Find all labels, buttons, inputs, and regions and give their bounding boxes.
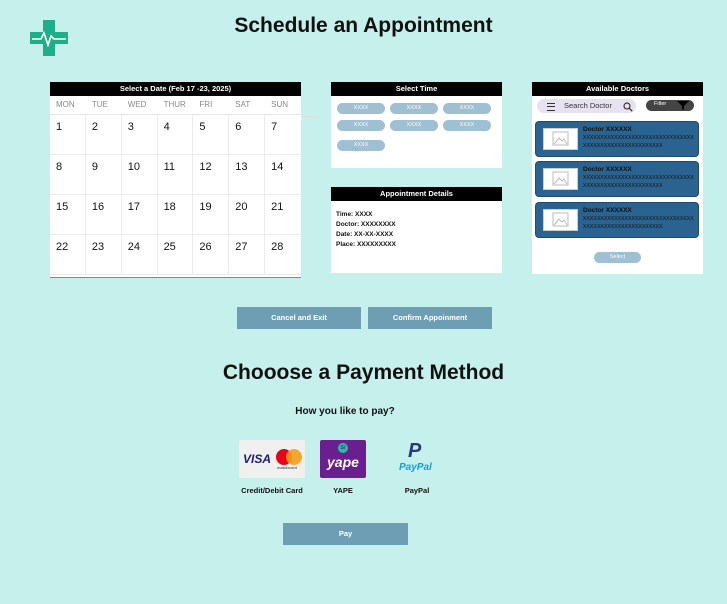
calendar-date-cell[interactable]: 27 <box>229 235 266 275</box>
calendar-date-cell[interactable]: 17 <box>121 195 158 235</box>
weekday-label: SAT <box>235 100 251 109</box>
doctor-image-placeholder-icon <box>543 128 578 150</box>
pay-button[interactable]: Pay <box>283 523 408 545</box>
date-calendar: Select a Date (Feb 17 -23, 2025) MON TUE W… <box>50 82 301 277</box>
payment-section-title: Chooose a Payment Method <box>222 361 505 384</box>
calendar-date-cell[interactable]: 2 <box>85 115 122 155</box>
payment-question: How you like to pay? <box>295 406 395 417</box>
weekday-label: FRI <box>199 100 213 109</box>
credit-debit-card-label: Credit/Debit Card <box>241 486 303 495</box>
calendar-date-cell[interactable]: 3 <box>121 115 158 155</box>
calendar-date-cell[interactable]: 6 <box>229 115 266 155</box>
details-doctor: Doctor: XXXXXXXX <box>336 221 396 228</box>
search-doctor-input[interactable]: Search Doctor <box>537 99 636 113</box>
weekday-label: MON <box>56 100 75 109</box>
calendar-date-cell[interactable]: 4 <box>157 115 194 155</box>
doctor-image-placeholder-icon <box>543 168 578 190</box>
doctor-card[interactable]: Doctor XXXXXX XXXXXXXXXXXXXXXXXXXXXXXXXXX… <box>535 161 699 197</box>
calendar-date-cell[interactable]: 16 <box>85 195 122 235</box>
calendar-date-cell[interactable]: 21 <box>265 195 301 235</box>
filter-button[interactable]: Filter <box>646 100 694 111</box>
calendar-header: Select a Date (Feb 17 -23, 2025) <box>50 82 301 96</box>
calendar-date-cell[interactable]: 13 <box>229 155 266 195</box>
mastercard-label: mastercard <box>277 465 298 470</box>
yape-coin-icon: S/ <box>338 443 348 453</box>
calendar-date-cell[interactable]: 5 <box>193 115 230 155</box>
yape-option[interactable]: S/ yape <box>320 440 366 478</box>
mastercard-icon <box>276 449 302 465</box>
time-slot-button[interactable]: XXXX <box>443 103 491 114</box>
weekday-label: WED <box>127 100 147 109</box>
doctor-name: Doctor XXXXXX <box>583 166 632 173</box>
time-slot-button[interactable]: XXXX <box>390 120 438 131</box>
details-time: Time: XXXX <box>336 211 373 218</box>
calendar-date-cell[interactable]: 9 <box>85 155 122 195</box>
calendar-weekdays: MON TUE WED THUR FRI SAT SUN <box>50 96 301 115</box>
doctors-header: Available Doctors <box>532 82 703 96</box>
visa-logo-icon: VISA <box>243 452 272 466</box>
details-date: Date: XX-XX-XXXX <box>336 231 394 238</box>
time-slot-button[interactable]: XXXX <box>337 103 385 114</box>
page-title: Schedule an Appointment <box>234 14 493 37</box>
calendar-date-cell[interactable]: 7 <box>265 115 301 155</box>
search-icon[interactable] <box>623 102 633 112</box>
cancel-and-exit-button[interactable]: Cancel and Exit <box>237 307 361 329</box>
time-slot-button[interactable]: XXXX <box>337 140 385 151</box>
time-panel: Select Time XXXX XXXX XXXX XXXX XXXX XXXX XXXX <box>331 82 502 168</box>
doctor-description: XXXXXXXXXXXXXXXXXXXXXXXXXXXXXXXXXXXXXXXX… <box>583 135 694 149</box>
confirm-appointment-button[interactable]: Confirm Appoinment <box>368 307 492 329</box>
calendar-date-cell[interactable]: 15 <box>50 195 86 235</box>
calendar-date-cell[interactable]: 8 <box>50 155 86 195</box>
calendar-date-cell[interactable]: 23 <box>85 235 122 275</box>
details-place: Place: XXXXXXXXX <box>336 241 396 248</box>
filter-label: Filter <box>654 101 667 107</box>
doctor-description: XXXXXXXXXXXXXXXXXXXXXXXXXXXXXXXXXXXXXXXX… <box>583 216 694 230</box>
paypal-p-icon: P <box>408 440 422 462</box>
paypal-label: PayPal <box>404 486 430 495</box>
doctor-description: XXXXXXXXXXXXXXXXXXXXXXXXXXXXXXXXXXXXXXXX… <box>583 175 694 189</box>
calendar-date-cell[interactable]: 10 <box>121 155 158 195</box>
weekday-label: TUE <box>91 100 108 109</box>
calendar-date-cell[interactable]: 26 <box>193 235 230 275</box>
calendar-date-cell[interactable]: 1 <box>50 115 86 155</box>
divider <box>301 116 319 117</box>
weekday-label: THUR <box>163 100 186 109</box>
paypal-logo-icon: PayPal <box>399 462 432 473</box>
doctor-name: Doctor XXXXXX <box>583 126 632 133</box>
search-doctor-label: Search Doctor <box>564 101 612 110</box>
calendar-date-cell[interactable]: 22 <box>50 235 86 275</box>
calendar-date-cell[interactable]: 19 <box>193 195 230 235</box>
yape-logo-icon: yape <box>327 454 359 470</box>
doctor-name: Doctor XXXXXX <box>583 207 632 214</box>
time-slot-button[interactable]: XXXX <box>443 120 491 131</box>
filter-icon <box>677 101 689 110</box>
doctor-card[interactable]: Doctor XXXXXX XXXXXXXXXXXXXXXXXXXXXXXXXXX… <box>535 121 699 157</box>
calendar-grid: 1 2 3 4 5 6 7 8 9 10 11 12 13 14 15 16 17 18 19 20 21 22 23 24 2… <box>50 115 301 275</box>
available-doctors-panel: Available Doctors Search Doctor Filter D… <box>532 82 703 274</box>
menu-icon[interactable] <box>547 103 555 111</box>
select-doctor-button[interactable]: Select <box>594 252 641 263</box>
details-header: Appointment Details <box>331 187 502 201</box>
calendar-date-cell[interactable]: 18 <box>157 195 194 235</box>
calendar-date-cell[interactable]: 24 <box>121 235 158 275</box>
time-slot-button[interactable]: XXXX <box>390 103 438 114</box>
time-header: Select Time <box>331 82 502 96</box>
weekday-label: SUN <box>271 100 289 109</box>
appointment-details-panel: Appointment Details Time: XXXX Doctor: X… <box>331 187 502 273</box>
calendar-date-cell[interactable]: 14 <box>265 155 301 195</box>
calendar-date-cell[interactable]: 12 <box>193 155 230 195</box>
credit-debit-card-option[interactable]: VISA mastercard <box>239 440 305 478</box>
yape-label: YAPE <box>333 486 353 495</box>
doctor-card[interactable]: Doctor XXXXXX XXXXXXXXXXXXXXXXXXXXXXXXXXX… <box>535 202 699 238</box>
doctor-image-placeholder-icon <box>543 209 578 231</box>
calendar-date-cell[interactable]: 20 <box>229 195 266 235</box>
calendar-date-cell[interactable]: 11 <box>157 155 194 195</box>
calendar-date-cell[interactable]: 25 <box>157 235 194 275</box>
time-slot-button[interactable]: XXXX <box>337 120 385 131</box>
calendar-date-cell[interactable]: 28 <box>265 235 301 275</box>
paypal-option[interactable]: P PayPal <box>394 440 440 478</box>
